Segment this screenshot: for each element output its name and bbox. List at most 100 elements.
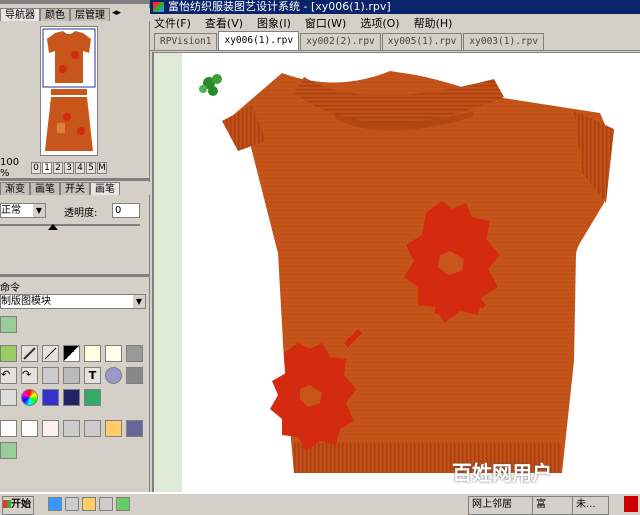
- zoom-label: 100 %: [0, 157, 20, 179]
- color-wheel-icon[interactable]: [21, 389, 38, 406]
- tab-color[interactable]: 颜色: [40, 8, 70, 21]
- quick-launch: [48, 497, 130, 511]
- ellipse-tool-icon[interactable]: [105, 367, 122, 384]
- document-tabs: RPVision1 xy006(1).rpv xy002(2).rpv xy00…: [150, 31, 640, 51]
- command-panel-titlebar: [0, 274, 150, 277]
- import-icon[interactable]: [0, 442, 17, 459]
- menu-view[interactable]: 查看(V): [205, 15, 243, 31]
- left-panel: 导航器 颜色 层管理 ◂▸ 100 % 0 1 2 3 4 5 M 渐变 画笔 …: [0, 0, 150, 492]
- tab-layers[interactable]: 层管理: [70, 8, 110, 21]
- network-icon[interactable]: [99, 497, 113, 511]
- thumbnail-garment: [42, 28, 96, 151]
- window-title: 富怡纺织服装图艺设计系统 - [xy006(1).rpv]: [168, 0, 391, 13]
- module-value: 制版图模块: [1, 296, 51, 307]
- tab-brush-b[interactable]: 画笔: [90, 182, 120, 195]
- undo-icon[interactable]: ↶: [0, 367, 17, 384]
- tab-navigator[interactable]: 导航器: [0, 8, 40, 21]
- watermark: 百姓网用户: [452, 457, 552, 486]
- taskbar-item-label: 富: [536, 499, 546, 510]
- fill-tool-icon[interactable]: [0, 345, 17, 362]
- chevron-down-icon: ▼: [33, 204, 45, 217]
- doc-tab-xy002[interactable]: xy002(2).rpv: [300, 33, 381, 50]
- zoom-btn-4[interactable]: 4: [75, 162, 85, 174]
- tray-icon[interactable]: [624, 496, 638, 512]
- tab-brush-a[interactable]: 画笔: [30, 182, 60, 195]
- transfer-icon[interactable]: [63, 420, 80, 437]
- blend-mode-select[interactable]: 正常 ▼: [0, 203, 46, 218]
- module-select[interactable]: 制版图模块 ▼: [0, 294, 146, 309]
- zoom-btn-m[interactable]: M: [97, 162, 107, 174]
- doc-tab-rpvision1[interactable]: RPVision1: [154, 33, 218, 50]
- opacity-slider-thumb[interactable]: [48, 224, 58, 230]
- desktop-icon[interactable]: [65, 497, 79, 511]
- menu-file[interactable]: 文件(F): [154, 15, 191, 31]
- camera-icon[interactable]: [126, 367, 143, 384]
- green-motif: [199, 74, 222, 96]
- menu-options[interactable]: 选项(O): [360, 15, 399, 31]
- taskbar-item-app[interactable]: 富: [532, 496, 573, 515]
- navigator-tabs: 导航器 颜色 层管理 ◂▸: [0, 8, 150, 21]
- line-tool-icon[interactable]: [42, 345, 59, 362]
- doc-tab-xy005[interactable]: xy005(1).rpv: [381, 33, 463, 50]
- command-panel-title: 命令: [0, 283, 20, 294]
- zoom-btn-1[interactable]: 1: [42, 162, 52, 174]
- taskbar-item-label: 网上邻居: [472, 499, 512, 510]
- menu-window[interactable]: 窗口(W): [305, 15, 346, 31]
- menu-image[interactable]: 图象(I): [257, 15, 291, 31]
- taskbar-item-other[interactable]: 未...: [572, 496, 609, 515]
- opacity-input[interactable]: 0: [112, 203, 140, 218]
- book-icon[interactable]: [63, 389, 80, 406]
- start-button[interactable]: 开始: [2, 496, 34, 515]
- page-icon[interactable]: [21, 420, 38, 437]
- new-icon[interactable]: [0, 420, 17, 437]
- app-icon: [153, 2, 164, 12]
- brush-tool-icon[interactable]: [0, 389, 17, 406]
- brush-panel-tabs: 渐变 画笔 开关 画笔: [0, 182, 150, 195]
- taskbar-item-network[interactable]: 网上邻居: [468, 496, 533, 515]
- pattern-tool-icon[interactable]: [63, 345, 80, 362]
- exit-icon[interactable]: [84, 389, 101, 406]
- brush-panel-titlebar: [0, 178, 150, 181]
- navigator-titlebar: [0, 0, 150, 4]
- tab-scroll-icon[interactable]: ◂▸: [110, 8, 121, 21]
- media-icon[interactable]: [116, 497, 130, 511]
- doc-tab-xy006[interactable]: xy006(1).rpv: [218, 31, 300, 50]
- paste-tool-icon[interactable]: [105, 345, 122, 362]
- tab-gradient[interactable]: 渐变: [0, 182, 30, 195]
- chevron-down-icon: ▼: [133, 295, 145, 308]
- menu-help[interactable]: 帮助(H): [414, 15, 453, 31]
- redo-icon[interactable]: ↷: [21, 367, 38, 384]
- zoom-btn-3[interactable]: 3: [64, 162, 74, 174]
- opacity-slider-track[interactable]: [0, 224, 140, 226]
- window-titlebar: 富怡纺织服装图艺设计系统 - [xy006(1).rpv]: [150, 0, 640, 14]
- blend-mode-value: 正常: [1, 205, 21, 216]
- bucket-icon[interactable]: [42, 367, 59, 384]
- start-label: 开始: [11, 499, 31, 510]
- watermark-text: 百姓网用户: [452, 461, 552, 485]
- zoom-btn-5[interactable]: 5: [86, 162, 96, 174]
- folder-icon[interactable]: [82, 497, 96, 511]
- design-canvas[interactable]: 百姓网用户: [152, 52, 640, 492]
- save-icon[interactable]: [126, 420, 143, 437]
- windows-logo-icon: [3, 500, 11, 508]
- pencil-tool-icon[interactable]: [21, 345, 38, 362]
- taskbar: 开始 网上邻居 富 未...: [0, 492, 640, 515]
- doc-tab-xy003[interactable]: xy003(1).rpv: [463, 33, 545, 50]
- zoom-btn-2[interactable]: 2: [53, 162, 63, 174]
- copy-tool-icon[interactable]: [84, 345, 101, 362]
- tool-grid: ↶ ↷ T: [0, 345, 150, 459]
- delete-icon[interactable]: [42, 420, 59, 437]
- zoom-row: 100 % 0 1 2 3 4 5 M: [0, 157, 150, 179]
- swap-icon[interactable]: [84, 420, 101, 437]
- zoom-btn-0[interactable]: 0: [31, 162, 41, 174]
- folder-icon[interactable]: [105, 420, 122, 437]
- stamp-icon[interactable]: [63, 367, 80, 384]
- ie-icon[interactable]: [48, 497, 62, 511]
- tab-switch[interactable]: 开关: [60, 182, 90, 195]
- grid-tool-icon[interactable]: [126, 345, 143, 362]
- navigator-preview[interactable]: [40, 26, 98, 156]
- pointer-tool-icon[interactable]: [0, 316, 17, 333]
- text-tool-icon[interactable]: T: [84, 367, 101, 384]
- shield-icon[interactable]: [42, 389, 59, 406]
- opacity-value: 0: [115, 205, 122, 216]
